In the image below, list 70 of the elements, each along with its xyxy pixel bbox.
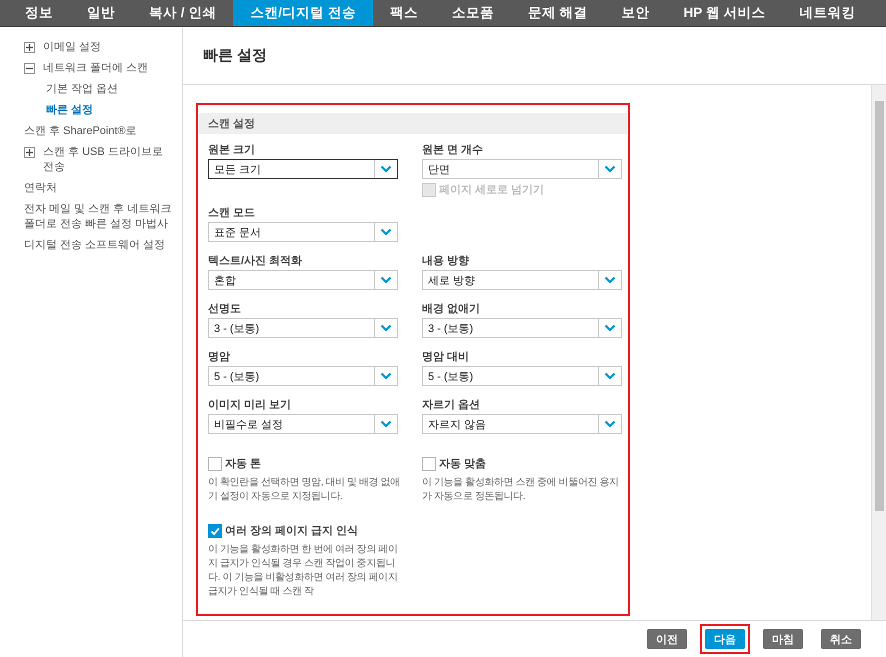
sidebar-link[interactable]: 네트워크 폴더에 스캔 (43, 61, 148, 76)
field-label: 배경 없애기 (422, 302, 482, 316)
dropdown[interactable]: 단면 (422, 159, 622, 179)
checkbox[interactable] (208, 456, 222, 470)
dropdown[interactable]: 비필수로 설정 (208, 414, 398, 434)
chevron-down-icon (380, 276, 392, 284)
field-label: 자르기 옵션 (422, 398, 482, 412)
action-button[interactable]: 취소 (821, 629, 861, 649)
sidebar-link[interactable]: 전자 메일 및 스캔 후 네트워크 폴더로 전송 빠른 설정 마법사 (24, 202, 174, 232)
checkbox-label: 자동 맞춤 (439, 457, 486, 471)
nav-tab[interactable]: HP 웹 서비스 (666, 0, 783, 26)
chevron-down-icon (380, 420, 392, 428)
sidebar-link[interactable]: 빠른 설정 (46, 103, 94, 118)
help-text: 이 기능을 활성화하면 스캔 중에 비뚤어진 용지가 자동으로 정돈됩니다. (422, 476, 620, 504)
scrollbar[interactable] (871, 85, 886, 620)
page-title: 빠른 설정 (203, 46, 268, 65)
field-label: 원본 크기 (208, 143, 256, 157)
dropdown[interactable]: 표준 문서 (208, 222, 398, 242)
chevron-down-icon (604, 420, 616, 428)
section-header: 스캔 설정 (198, 113, 628, 134)
nav-tab[interactable]: 복사 / 인쇄 (132, 0, 234, 26)
field-label: 원본 면 개수 (422, 143, 484, 157)
chevron-down-icon (604, 165, 616, 173)
dropdown[interactable]: 세로 방향 (422, 270, 622, 290)
checkbox[interactable] (208, 524, 222, 538)
dropdown[interactable]: 3 - (보통) (208, 318, 398, 338)
chevron-down-icon (380, 165, 392, 173)
field-label: 스캔 모드 (208, 206, 256, 220)
chevron-down-icon (604, 276, 616, 284)
expand-icon[interactable] (24, 147, 35, 158)
dropdown[interactable]: 자르지 않음 (422, 414, 622, 434)
chevron-down-icon (604, 324, 616, 332)
field-label: 명암 (208, 350, 231, 364)
dropdown[interactable]: 5 - (보통) (422, 366, 622, 386)
help-text: 이 확인란을 선택하면 명암, 대비 및 배경 없애기 설정이 자동으로 지정됩니다. (208, 476, 401, 504)
field-label: 텍스트/사진 최적화 (208, 254, 304, 268)
collapse-icon[interactable] (24, 63, 35, 74)
nav-tab[interactable]: 일반 (70, 0, 132, 26)
sidebar-link[interactable]: 스캔 후 SharePoint®로 (24, 124, 137, 139)
chevron-down-icon (380, 228, 392, 236)
dropdown[interactable]: 3 - (보통) (422, 318, 622, 338)
field-label: 명암 대비 (422, 350, 470, 364)
nav-tab[interactable]: 문제 해결 (510, 0, 605, 26)
nav-tab[interactable]: 정보 (8, 0, 70, 26)
action-button[interactable]: 마침 (763, 629, 803, 649)
field-label: 내용 방향 (422, 254, 470, 268)
nav-tab[interactable]: 보안 (604, 0, 667, 26)
action-button[interactable]: 이전 (647, 629, 687, 649)
field-label: 이미지 미리 보기 (208, 398, 292, 412)
checkbox-label: 페이지 세로로 넘기기 (439, 183, 544, 197)
field-label: 선명도 (208, 302, 242, 316)
sidebar-link[interactable]: 이메일 설정 (43, 40, 102, 55)
chevron-down-icon (604, 372, 616, 380)
sidebar-link[interactable]: 연락처 (24, 181, 57, 196)
dropdown[interactable]: 혼합 (208, 270, 398, 290)
dropdown[interactable]: 5 - (보통) (208, 366, 398, 386)
nav-tab[interactable]: 팩스 (372, 0, 435, 26)
nav-tab[interactable]: 소모품 (434, 0, 511, 26)
nav-tab[interactable]: 네트워킹 (782, 0, 873, 26)
help-text: 이 기능을 활성화하면 한 번에 여러 장의 페이지 급지가 인식될 경우 스캔 작업이 중지됩니다. 이 기능을 비활성화하면 여러 장의 페이지 급지가 인식될 때 스캔 작 (208, 543, 398, 599)
chevron-down-icon (380, 372, 392, 380)
sidebar-link[interactable]: 디지털 전송 소프트웨어 설정 (24, 238, 166, 253)
chevron-down-icon (380, 324, 392, 332)
checkbox-label: 여러 장의 페이지 급지 인식 (225, 524, 358, 538)
checkbox[interactable] (422, 456, 436, 470)
sidebar-link[interactable]: 기본 작업 옵션 (46, 82, 118, 97)
sidebar-link[interactable]: 스캔 후 USB 드라이브로 전송 (43, 145, 174, 175)
dropdown[interactable]: 모든 크기 (208, 159, 398, 179)
expand-icon[interactable] (24, 42, 35, 53)
checkbox-label: 자동 톤 (225, 457, 262, 471)
